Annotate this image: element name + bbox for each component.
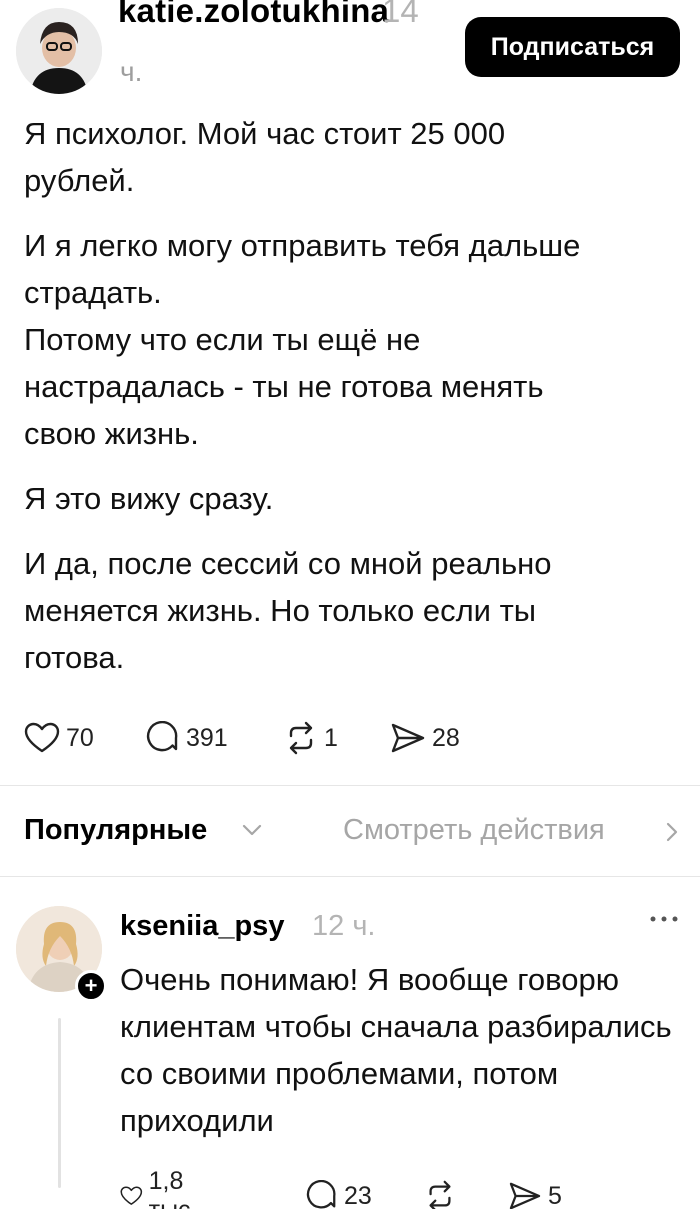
post-text: Я психолог. Мой час стоит 25 000 рублей.… <box>24 110 674 699</box>
comment-bubble-icon <box>146 721 178 752</box>
thread-line <box>58 1018 61 1188</box>
replies-sort-bar: Популярные Смотреть действия <box>0 806 700 860</box>
subscribe-button[interactable]: Подписаться <box>465 17 680 77</box>
post-paragraph: И да, после сессий со мной реально меняе… <box>24 546 552 675</box>
chevron-down-icon[interactable] <box>240 820 264 840</box>
reply-item: + kseniia_psy 12 ч. Очень понимаю! Я воо… <box>0 890 700 1209</box>
sort-dropdown[interactable]: Популярные <box>24 814 207 847</box>
reply-repost-button[interactable] <box>424 1176 456 1209</box>
post-paragraph: Я это вижу сразу. <box>24 481 274 516</box>
reply-share-button[interactable]: 5 <box>508 1176 562 1209</box>
author-avatar[interactable] <box>16 8 102 94</box>
like-count: 70 <box>66 723 94 752</box>
reply-comment-count: 23 <box>344 1181 372 1209</box>
reply-time: 12 ч. <box>312 910 376 942</box>
author-avatar-image <box>16 8 102 94</box>
post-paragraph: И я легко могу отправить тебя дальше стр… <box>24 228 581 451</box>
post-time-unit: ч. <box>120 56 143 87</box>
share-button[interactable]: 28 <box>390 718 460 758</box>
post-time-value: 14 <box>382 0 419 29</box>
divider <box>0 876 700 877</box>
heart-icon <box>24 722 60 753</box>
plus-icon: + <box>84 973 98 998</box>
heart-icon <box>120 1186 143 1205</box>
view-activity-link[interactable]: Смотреть действия <box>343 814 605 847</box>
reply-like-count: 1,8 тыс. <box>148 1167 198 1209</box>
repost-count: 1 <box>324 723 338 752</box>
divider <box>0 785 700 786</box>
reply-text: Очень понимаю! Я вообще говорю клиентам … <box>120 962 672 1138</box>
comment-button[interactable]: 391 <box>146 718 228 758</box>
post-header: katie.zolotukhina 14 ч. Подписаться <box>0 0 700 110</box>
like-button[interactable]: 70 <box>24 718 94 758</box>
reply-like-button[interactable]: 1,8 тыс. <box>120 1167 209 1209</box>
chevron-right-icon[interactable] <box>664 820 680 844</box>
author-username[interactable]: katie.zolotukhina <box>118 0 389 30</box>
repost-icon <box>289 721 313 755</box>
repost-button[interactable]: 1 <box>284 718 338 758</box>
comment-count: 391 <box>186 723 228 752</box>
follow-plus-button[interactable]: + <box>75 970 107 1002</box>
send-icon <box>391 723 425 753</box>
share-count: 28 <box>432 723 460 752</box>
post-paragraph: Я психолог. Мой час стоит 25 000 рублей. <box>24 116 506 198</box>
reply-share-count: 5 <box>548 1181 562 1209</box>
comment-bubble-icon <box>306 1180 336 1209</box>
repost-icon <box>429 1180 451 1209</box>
reply-author-username[interactable]: kseniia_psy <box>120 910 284 943</box>
more-dots-icon[interactable] <box>648 914 680 924</box>
send-icon <box>509 1182 541 1209</box>
reply-comment-button[interactable]: 23 <box>306 1176 372 1209</box>
